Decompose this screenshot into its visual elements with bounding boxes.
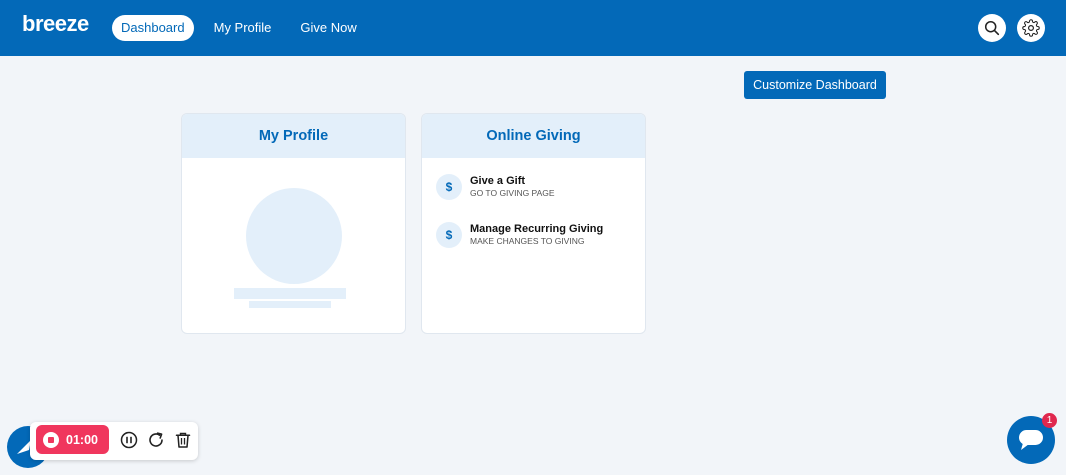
search-button[interactable] [978,14,1006,42]
trash-icon[interactable] [174,431,192,449]
manage-recurring-giving-link[interactable]: $ Manage Recurring Giving MAKE CHANGES T… [436,222,603,248]
name-placeholder [234,288,346,299]
give-a-gift-link[interactable]: $ Give a Gift GO TO GIVING PAGE [436,174,555,200]
main-nav: Dashboard My Profile Give Now [112,15,377,41]
stop-recording-button[interactable]: 01:00 [36,425,109,454]
my-profile-card: My Profile [181,113,406,334]
dollar-icon: $ [436,174,462,200]
give-a-gift-subtitle: GO TO GIVING PAGE [470,188,555,198]
top-navigation-bar: breeze Dashboard My Profile Give Now [0,0,1066,56]
settings-button[interactable] [1017,14,1045,42]
avatar-placeholder [246,188,342,284]
online-giving-card-title: Online Giving [422,114,645,158]
my-profile-card-title[interactable]: My Profile [182,114,405,158]
nav-my-profile[interactable]: My Profile [205,15,281,41]
breeze-logo[interactable]: breeze [22,11,89,37]
screen-recorder-toolbar: 01:00 [30,422,198,460]
gear-icon [1022,19,1040,37]
dollar-icon: $ [436,222,462,248]
stop-icon [43,431,59,448]
restart-icon[interactable] [147,431,165,449]
nav-give-now[interactable]: Give Now [291,15,365,41]
detail-placeholder [249,301,331,308]
chat-notification-badge: 1 [1042,413,1057,428]
recording-timer: 01:00 [66,432,98,447]
nav-dashboard[interactable]: Dashboard [112,15,194,41]
pause-icon[interactable] [120,431,138,449]
search-icon [984,20,1000,36]
chat-icon [1019,430,1043,450]
manage-recurring-giving-subtitle: MAKE CHANGES TO GIVING [470,236,585,246]
customize-dashboard-button[interactable]: Customize Dashboard [744,71,886,99]
manage-recurring-giving-title: Manage Recurring Giving [470,223,604,235]
give-a-gift-title: Give a Gift [470,175,526,187]
online-giving-card: Online Giving $ Give a Gift GO TO GIVING… [421,113,646,334]
